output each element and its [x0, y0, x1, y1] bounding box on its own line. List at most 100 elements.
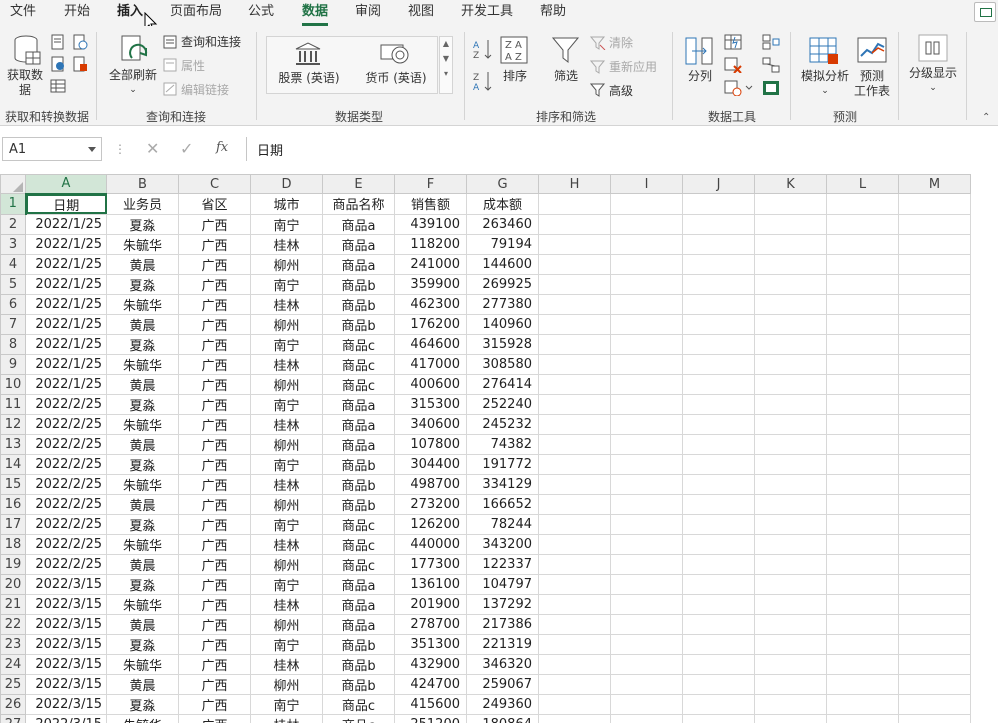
queries-connections-button[interactable]: 查询和连接 — [181, 35, 241, 50]
cell[interactable]: 广西 — [178, 453, 251, 475]
cell[interactable] — [538, 713, 611, 723]
cell[interactable] — [898, 313, 971, 335]
cell[interactable] — [610, 273, 683, 295]
cell[interactable]: 176200 — [394, 313, 467, 335]
cell[interactable] — [538, 253, 611, 275]
cell[interactable] — [682, 553, 755, 575]
cell[interactable] — [610, 353, 683, 375]
cell[interactable]: 商品c — [322, 373, 395, 395]
cell[interactable] — [754, 653, 827, 675]
cell[interactable] — [610, 473, 683, 495]
outline-button[interactable]: 分级显示 ⌄ — [904, 66, 962, 96]
cell[interactable]: 夏淼 — [106, 333, 179, 355]
cell[interactable]: 南宁 — [250, 693, 323, 715]
row-header[interactable]: 20 — [0, 573, 26, 595]
menu-tab-review[interactable]: 审阅 — [355, 4, 381, 26]
cell[interactable] — [610, 673, 683, 695]
cell[interactable] — [610, 433, 683, 455]
data-validation-icon[interactable] — [724, 80, 754, 96]
cell[interactable] — [538, 693, 611, 715]
cell[interactable]: 黄晨 — [106, 553, 179, 575]
collapse-ribbon-icon[interactable]: ⌃ — [982, 112, 990, 123]
cell[interactable]: 2022/2/25 — [25, 453, 107, 475]
cell[interactable] — [682, 193, 755, 215]
cell[interactable]: 315928 — [466, 333, 539, 355]
cell[interactable] — [898, 393, 971, 415]
cell[interactable] — [826, 373, 899, 395]
cell[interactable] — [898, 673, 971, 695]
cell[interactable]: 黄晨 — [106, 493, 179, 515]
cell[interactable] — [826, 593, 899, 615]
cell[interactable]: 商品c — [322, 553, 395, 575]
relationships-icon[interactable] — [762, 57, 780, 73]
data-model-icon[interactable] — [762, 80, 780, 96]
cell[interactable]: 广西 — [178, 433, 251, 455]
cell[interactable]: 广西 — [178, 553, 251, 575]
cell[interactable] — [538, 553, 611, 575]
cell[interactable] — [898, 413, 971, 435]
column-header[interactable]: B — [106, 174, 179, 194]
cell[interactable] — [754, 393, 827, 415]
cell[interactable]: 217386 — [466, 613, 539, 635]
cell[interactable]: 商品a — [322, 253, 395, 275]
cell[interactable]: 桂林 — [250, 473, 323, 495]
cell[interactable]: 2022/1/25 — [25, 353, 107, 375]
cell[interactable] — [610, 333, 683, 355]
cell[interactable] — [610, 233, 683, 255]
row-header[interactable]: 9 — [0, 353, 26, 375]
cell[interactable]: 广西 — [178, 253, 251, 275]
cell[interactable] — [610, 493, 683, 515]
cell[interactable]: 南宁 — [250, 453, 323, 475]
cell[interactable]: 304400 — [394, 453, 467, 475]
cell[interactable]: 2022/2/25 — [25, 493, 107, 515]
cell[interactable]: 107800 — [394, 433, 467, 455]
cell[interactable]: 137292 — [466, 593, 539, 615]
cell[interactable]: 277380 — [466, 293, 539, 315]
cell[interactable]: 商品a — [322, 573, 395, 595]
cell[interactable]: 南宁 — [250, 633, 323, 655]
cell[interactable] — [682, 413, 755, 435]
cell[interactable]: 249360 — [466, 693, 539, 715]
cell[interactable] — [610, 413, 683, 435]
gallery-more-icon[interactable]: ▾ — [440, 69, 452, 78]
cell[interactable]: 夏淼 — [106, 633, 179, 655]
cell[interactable]: 朱毓华 — [106, 293, 179, 315]
cell[interactable] — [826, 633, 899, 655]
cell[interactable]: 南宁 — [250, 213, 323, 235]
menu-tab-file[interactable]: 文件 — [10, 4, 36, 26]
cell[interactable] — [754, 193, 827, 215]
cell[interactable] — [610, 593, 683, 615]
row-header[interactable]: 23 — [0, 633, 26, 655]
cell[interactable]: 广西 — [178, 593, 251, 615]
from-table-icon[interactable] — [50, 78, 66, 94]
row-header[interactable]: 8 — [0, 333, 26, 355]
cell[interactable]: 340600 — [394, 413, 467, 435]
cell[interactable]: 桂林 — [250, 233, 323, 255]
row-header[interactable]: 5 — [0, 273, 26, 295]
cell[interactable]: 2022/2/25 — [25, 433, 107, 455]
menu-tab-insert[interactable]: 插入 — [117, 4, 143, 26]
cell[interactable]: 商品c — [322, 533, 395, 555]
cell[interactable]: 334129 — [466, 473, 539, 495]
cell[interactable]: 广西 — [178, 613, 251, 635]
row-header[interactable]: 18 — [0, 533, 26, 555]
row-header[interactable]: 14 — [0, 453, 26, 475]
cell[interactable]: 商品b — [322, 633, 395, 655]
row-header[interactable]: 15 — [0, 473, 26, 495]
cell[interactable]: 南宁 — [250, 273, 323, 295]
cell[interactable]: 广西 — [178, 713, 251, 723]
row-header[interactable]: 12 — [0, 413, 26, 435]
cell[interactable]: 柳州 — [250, 253, 323, 275]
cell[interactable] — [826, 493, 899, 515]
cell[interactable]: 广西 — [178, 473, 251, 495]
row-header[interactable]: 19 — [0, 553, 26, 575]
gallery-scroll[interactable]: ▲ ▼ ▾ — [439, 36, 453, 94]
cell[interactable] — [826, 293, 899, 315]
cell[interactable] — [898, 233, 971, 255]
cell[interactable]: 朱毓华 — [106, 233, 179, 255]
cell[interactable]: 2022/1/25 — [25, 313, 107, 335]
row-header[interactable]: 26 — [0, 693, 26, 715]
cell[interactable]: 351300 — [394, 633, 467, 655]
cell[interactable] — [754, 553, 827, 575]
cell[interactable] — [682, 593, 755, 615]
